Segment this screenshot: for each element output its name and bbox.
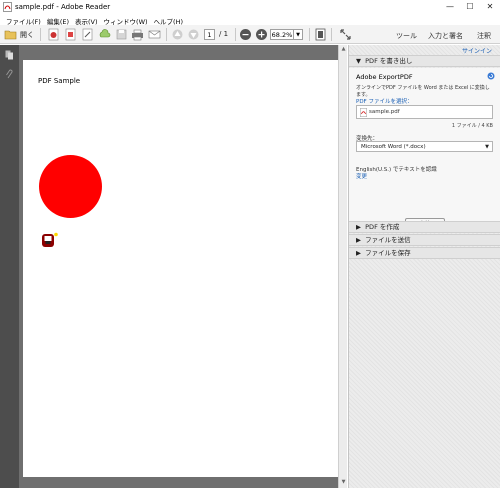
- pdf-file-icon: [360, 108, 367, 117]
- page-heading: PDF Sample: [38, 77, 81, 85]
- scroll-up-icon[interactable]: ▲: [340, 46, 347, 54]
- export-pdf-header-label: PDF を書き出し: [365, 57, 413, 65]
- vertical-scrollbar[interactable]: ▲ ▼: [338, 45, 347, 488]
- menu-view[interactable]: 表示(V): [72, 14, 101, 26]
- left-nav-pane: [0, 45, 19, 488]
- change-language-link[interactable]: 変更: [356, 172, 367, 180]
- send-files-section-header[interactable]: ▶ ファイルを送信: [349, 234, 500, 246]
- close-button[interactable]: ✕: [480, 0, 500, 14]
- refresh-icon[interactable]: [487, 72, 495, 80]
- menu-edit[interactable]: 編集(E): [44, 14, 72, 26]
- open-folder-icon[interactable]: [4, 28, 17, 41]
- export-pdf-section-header[interactable]: ▼ PDF を書き出し: [349, 55, 500, 67]
- print-icon[interactable]: [131, 28, 144, 41]
- create-pdf-icon[interactable]: [47, 28, 60, 41]
- ocr-language-label: English(U.S.) でテキストを認識: [356, 167, 437, 173]
- toolbar-separator: [40, 28, 41, 41]
- pdf-file-icon: [3, 2, 12, 12]
- email-icon[interactable]: [148, 28, 161, 41]
- zoom-dropdown-chevron-down-icon[interactable]: ▼: [294, 29, 303, 40]
- convert-format-select[interactable]: Microsoft Word (*.docx) ▼: [356, 141, 493, 152]
- file-count: 1 ファイル / 4 KB: [451, 123, 493, 129]
- selected-file-box[interactable]: sample.pdf: [356, 105, 493, 119]
- convert-format-value: Microsoft Word (*.docx): [361, 144, 426, 150]
- save-icon[interactable]: [115, 28, 128, 41]
- selected-file-name: sample.pdf: [369, 109, 400, 115]
- select-pdf-label: PDF ファイルを選択：: [356, 99, 413, 105]
- toolbar-separator: [166, 28, 167, 41]
- maximize-button[interactable]: ☐: [460, 0, 480, 14]
- page-thumbnails-icon[interactable]: [5, 50, 14, 60]
- page-number-input[interactable]: 1: [204, 29, 215, 40]
- store-files-section-header[interactable]: ▶ ファイルを保存: [349, 247, 500, 259]
- cloud-upload-icon[interactable]: [98, 28, 111, 41]
- fill-and-sign-button[interactable]: 入力と署名: [428, 31, 463, 41]
- tools-button[interactable]: ツール: [396, 31, 417, 41]
- logo-icon: [42, 232, 58, 247]
- zoom-in-icon[interactable]: [255, 28, 268, 41]
- zoom-out-icon[interactable]: [239, 28, 252, 41]
- menu-window[interactable]: ウィンドウ(W): [101, 14, 151, 26]
- attachment-icon[interactable]: [5, 69, 14, 79]
- open-button[interactable]: 開く: [20, 30, 34, 40]
- red-circle-shape: [39, 155, 102, 218]
- create-pdf-header-label: PDF を作成: [365, 223, 400, 231]
- export-pdf-title: Adobe ExportPDF: [356, 73, 413, 81]
- store-files-header-label: ファイルを保存: [365, 249, 411, 257]
- tools-pane: サインイン ▼ PDF を書き出し Adobe ExportPDF オンラインで…: [348, 45, 500, 488]
- export-pdf-icon[interactable]: [64, 28, 77, 41]
- window-title: sample.pdf - Adobe Reader: [15, 3, 111, 11]
- chevron-down-icon: ▼: [485, 144, 489, 150]
- full-screen-icon[interactable]: [339, 28, 352, 41]
- scroll-down-icon[interactable]: ▼: [340, 479, 347, 487]
- pdf-page: PDF Sample: [23, 60, 338, 477]
- previous-page-icon[interactable]: [171, 28, 184, 41]
- menu-help[interactable]: ヘルプ(H): [151, 14, 186, 26]
- create-pdf-section-header[interactable]: ▶ PDF を作成: [349, 221, 500, 233]
- next-page-icon[interactable]: [187, 28, 200, 41]
- fit-page-icon[interactable]: [314, 28, 327, 41]
- export-pdf-section: Adobe ExportPDF オンラインでPDF ファイルを Word または…: [349, 68, 500, 230]
- zoom-level-input[interactable]: 68.2%: [270, 29, 294, 40]
- page-total: / 1: [219, 30, 229, 38]
- edit-pdf-icon[interactable]: [81, 28, 94, 41]
- sign-in-link[interactable]: サインイン: [462, 46, 492, 55]
- toolbar: 開く 1 / 1 68.2% ▼ ツール 入力と署名 注釈: [0, 25, 500, 44]
- toolbar-separator: [235, 28, 236, 41]
- export-description: オンラインでPDF ファイルを Word または Excel に変換します。: [356, 85, 490, 98]
- toolbar-separator: [331, 28, 332, 41]
- toolbar-separator: [309, 28, 310, 41]
- menu-bar: ファイル(F) 編集(E) 表示(V) ウィンドウ(W) ヘルプ(H): [0, 14, 500, 26]
- send-files-header-label: ファイルを送信: [365, 236, 411, 244]
- comment-button[interactable]: 注釈: [477, 31, 491, 41]
- document-viewer[interactable]: PDF Sample: [19, 45, 347, 488]
- menu-file[interactable]: ファイル(F): [3, 14, 44, 26]
- minimize-button[interactable]: —: [440, 0, 460, 14]
- title-bar: sample.pdf - Adobe Reader — ☐ ✕: [0, 0, 500, 14]
